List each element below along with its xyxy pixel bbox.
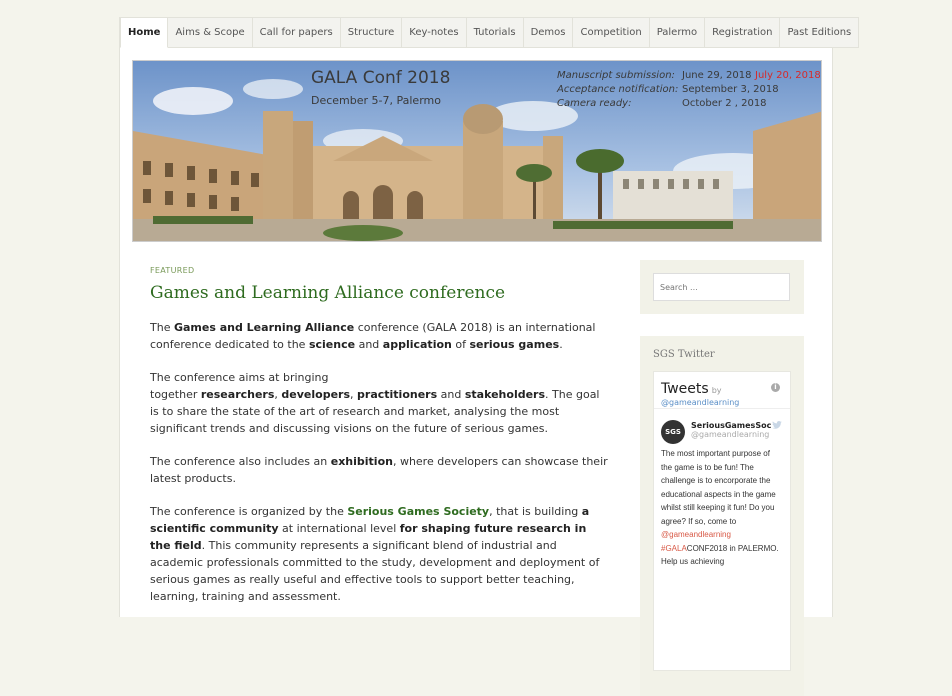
- mention-link[interactable]: @gameandlearning: [661, 530, 731, 539]
- nav-structure[interactable]: Structure: [340, 17, 403, 48]
- search-input[interactable]: [653, 273, 790, 301]
- nav-demos[interactable]: Demos: [523, 17, 574, 48]
- deadline-label-2: Acceptance notification:: [556, 84, 678, 95]
- nav-palermo[interactable]: Palermo: [649, 17, 706, 48]
- page-container: Home Aims & Scope Call for papers Struct…: [119, 17, 860, 696]
- deadline-value-1: June 29, 2018: [681, 70, 752, 81]
- serious-games-society-link[interactable]: Serious Games Society: [347, 505, 489, 518]
- header-banner: GALA Conf 2018 December 5-7, Palermo Man…: [132, 60, 822, 242]
- nav-tutorials[interactable]: Tutorials: [466, 17, 524, 48]
- banner-title: GALA Conf 2018: [311, 68, 450, 88]
- paragraph-aims: The conference aims at bringing together …: [150, 371, 600, 435]
- tweet-author: SeriousGamesSoc @gameandlearning: [691, 421, 783, 439]
- twitter-timeline[interactable]: Tweets by @gameandlearning i SGS SeriousG…: [653, 371, 791, 671]
- deadline-label-1: Manuscript submission:: [557, 70, 675, 81]
- post-category[interactable]: FEATURED: [150, 266, 610, 275]
- deadline-value-3: October 2 , 2018: [682, 98, 767, 109]
- avatar[interactable]: SGS: [661, 420, 685, 444]
- tweets-by: by: [711, 386, 722, 395]
- main-nav: Home Aims & Scope Call for papers Struct…: [120, 17, 860, 48]
- tweet: SGS SeriousGamesSoc @gameandlearning The…: [654, 409, 790, 581]
- nav-aims-scope[interactable]: Aims & Scope: [168, 17, 253, 48]
- deadline-value-2: September 3, 2018: [682, 84, 779, 95]
- post-title[interactable]: Games and Learning Alliance conference: [150, 283, 610, 303]
- nav-home[interactable]: Home: [120, 17, 169, 48]
- tweets-title: Tweets: [661, 381, 709, 397]
- twitter-widget: SGS Twitter Tweets by @gameandlearning i …: [640, 336, 804, 696]
- tweet-text: The most important purpose of the game i…: [661, 449, 779, 566]
- nav-competition[interactable]: Competition: [573, 17, 650, 48]
- deadline-extended-1: July 20, 2018: [754, 70, 821, 81]
- paragraph-organizer: The conference is organized by the Serio…: [150, 505, 600, 603]
- tweet-author-name[interactable]: SeriousGamesSoc: [691, 421, 783, 430]
- banner-dates: December 5-7, Palermo: [311, 94, 441, 107]
- twitter-bird-icon[interactable]: [772, 421, 782, 429]
- timeline-handle-link[interactable]: @gameandlearning: [661, 398, 783, 407]
- search-widget: [640, 260, 804, 314]
- nav-call-for-papers[interactable]: Call for papers: [252, 17, 341, 48]
- nav-past-editions[interactable]: Past Editions: [780, 17, 860, 48]
- deadline-label-3: Camera ready:: [557, 98, 631, 109]
- nav-registration[interactable]: Registration: [705, 17, 781, 48]
- main-content: FEATURED Games and Learning Alliance con…: [150, 266, 610, 605]
- paragraph-intro: The Games and Learning Alliance conferen…: [150, 321, 596, 351]
- paragraph-exhibition: The conference also includes an exhibiti…: [150, 455, 608, 485]
- timeline-header: Tweets by @gameandlearning i: [654, 372, 790, 409]
- hashtag-link[interactable]: #GALA: [661, 544, 687, 553]
- tweet-author-handle[interactable]: @gameandlearning: [691, 430, 783, 439]
- sidebar: SGS Twitter Tweetsby @gameandlearning i …: [640, 260, 804, 696]
- info-icon[interactable]: i: [771, 383, 780, 392]
- banner-image: GALA Conf 2018 December 5-7, Palermo Man…: [133, 61, 821, 241]
- twitter-widget-title: SGS Twitter: [653, 349, 715, 360]
- nav-keynotes[interactable]: Key-notes: [402, 17, 467, 48]
